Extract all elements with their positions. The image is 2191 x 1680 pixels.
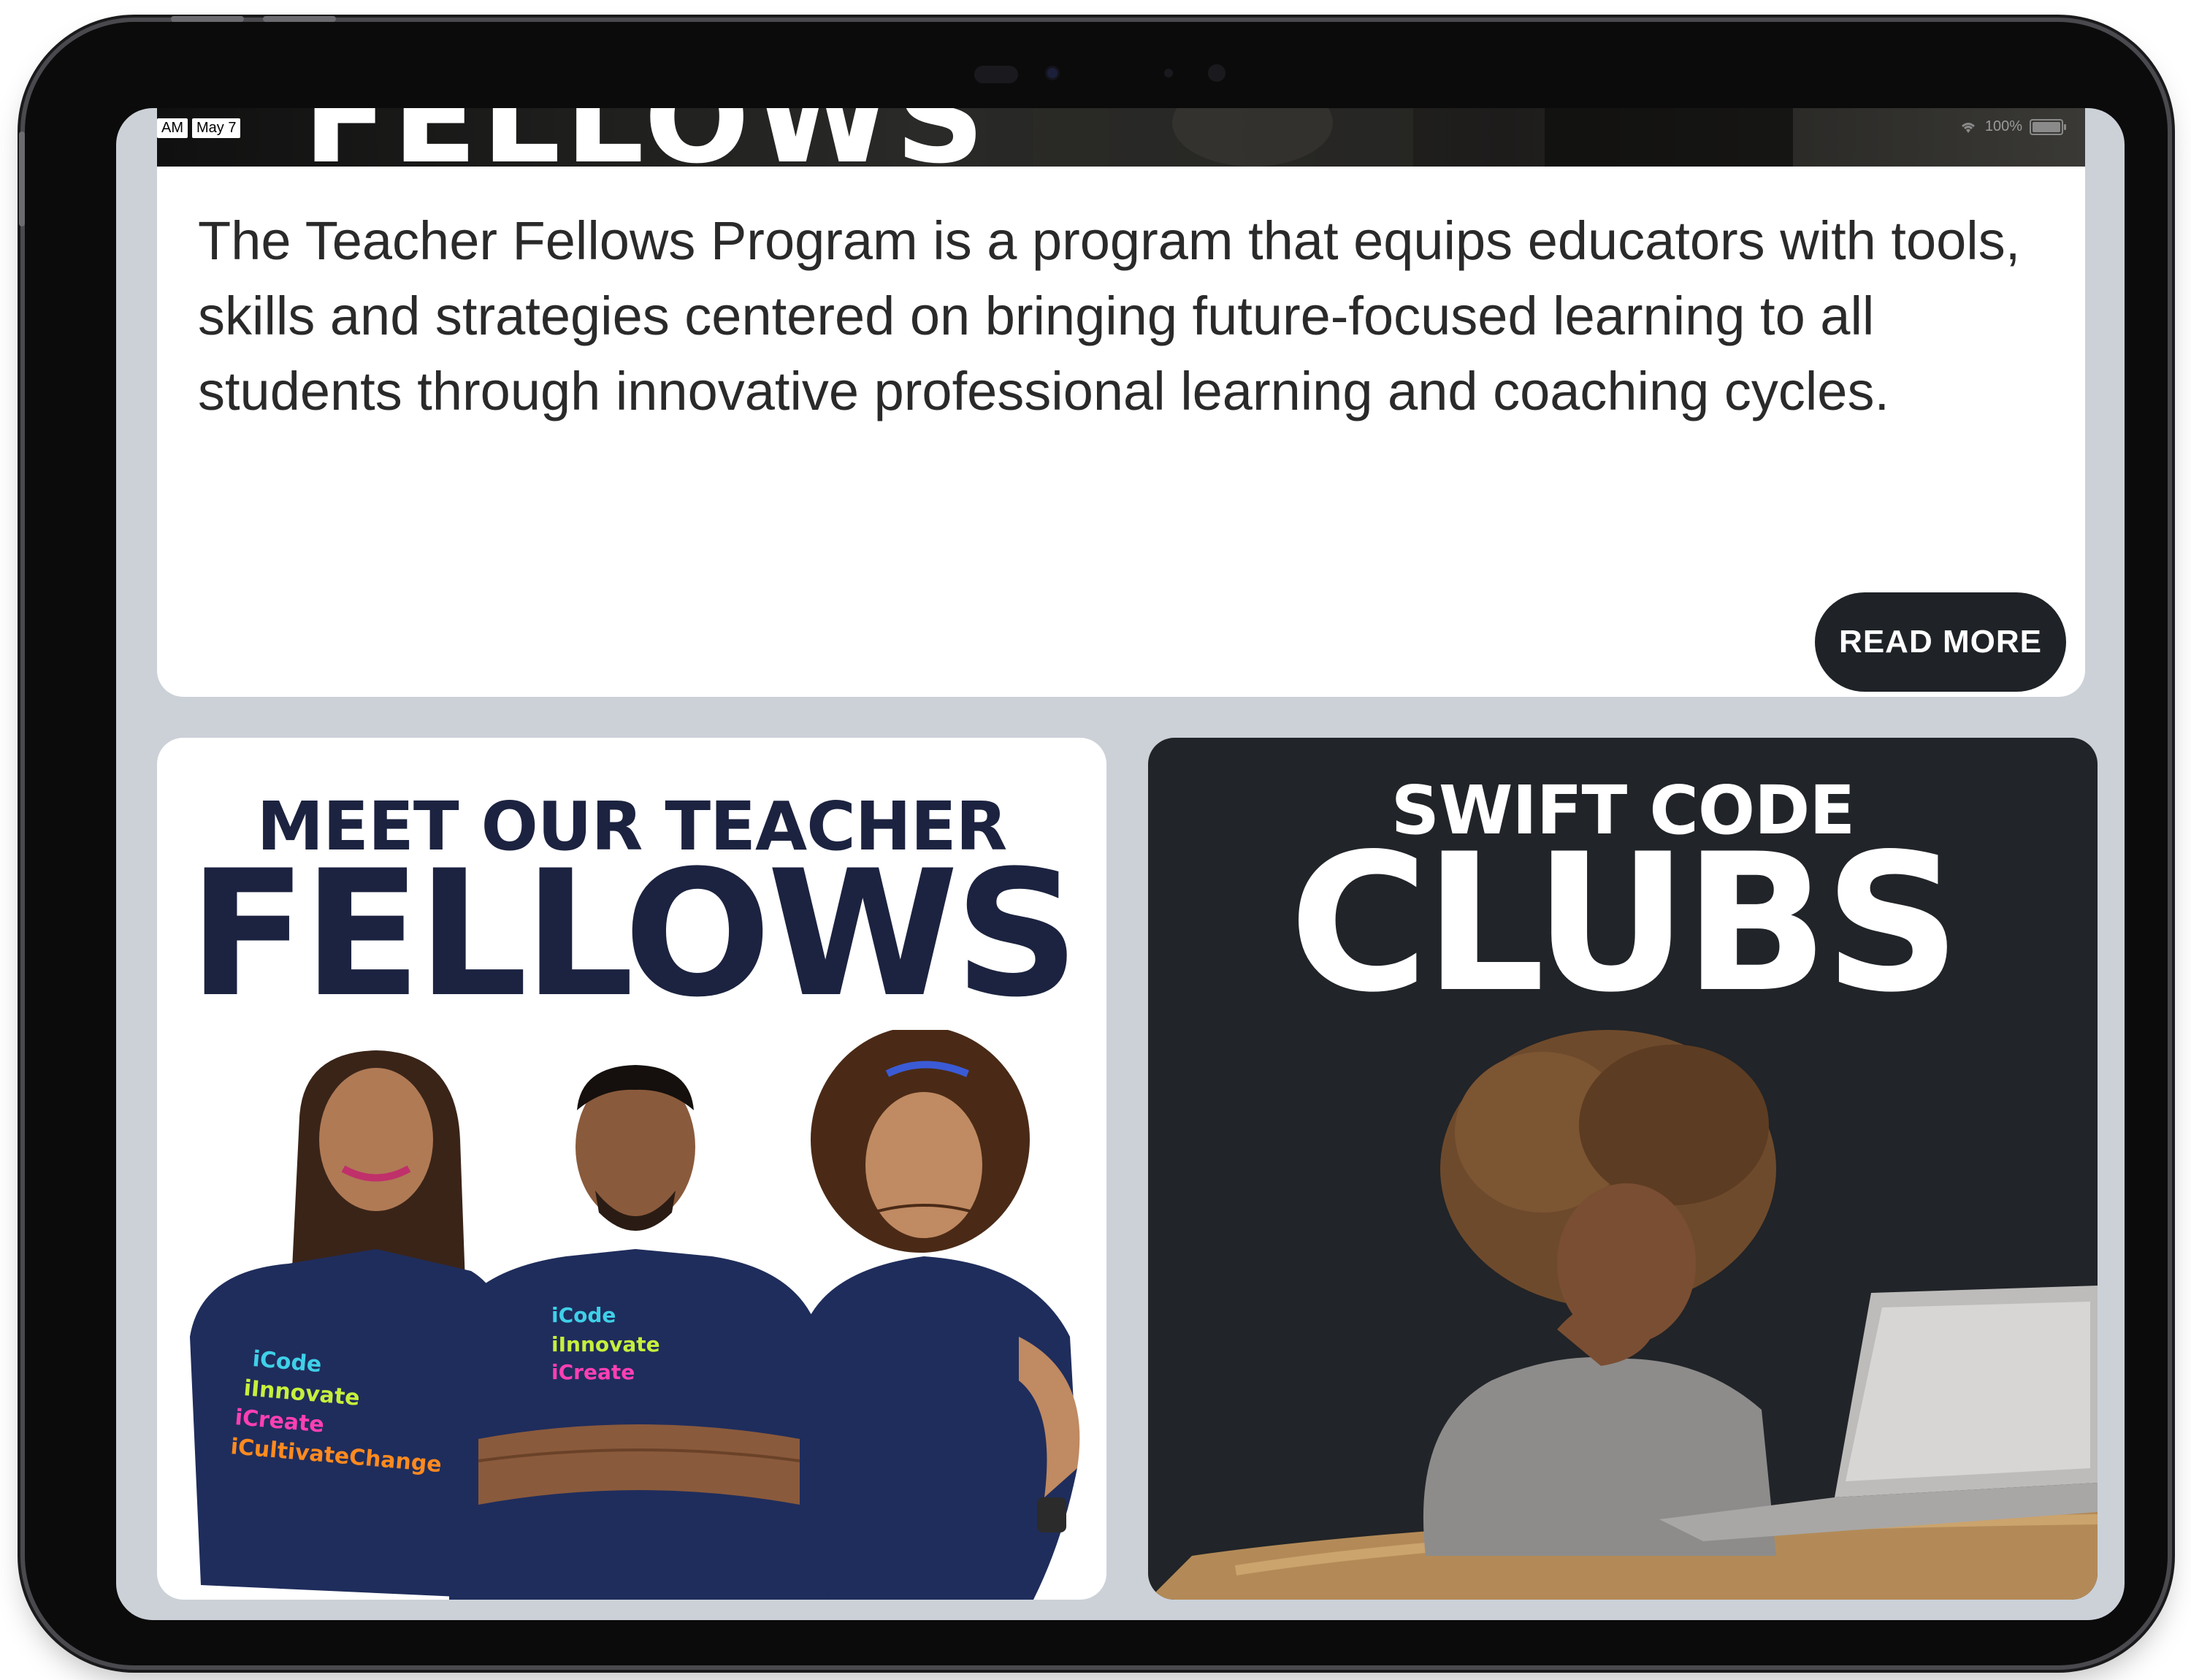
- sensor-icon: [1164, 69, 1173, 77]
- clubs-tile-title: CLUBS: [1289, 814, 1961, 1034]
- sensor-icon: [1208, 64, 1225, 82]
- wifi-icon: [1961, 122, 1975, 133]
- status-bar-left: AM May 7: [157, 117, 241, 139]
- student-with-laptop-photo: [1148, 1030, 2098, 1600]
- read-more-button[interactable]: READ MORE: [1815, 592, 2066, 692]
- status-bar-right: 100%: [1959, 118, 2066, 135]
- front-camera-icon: [1047, 68, 1058, 78]
- svg-text:iCreate: iCreate: [551, 1360, 635, 1384]
- teacher-fellows-photo: iCode iInnovate iCreate iCultivateChange…: [190, 1030, 1080, 1600]
- sensor-icon: [974, 66, 1018, 83]
- status-date: May 7: [192, 118, 241, 138]
- battery-percent: 100%: [1984, 118, 2022, 134]
- fellows-tile-title: FELLOWS: [188, 833, 1079, 1036]
- battery-icon: [2030, 118, 2066, 135]
- swift-code-clubs-tile[interactable]: SWIFT CODE CLUBS: [1148, 738, 2098, 1600]
- top-button: [171, 16, 244, 22]
- svg-text:iInnovate: iInnovate: [551, 1332, 660, 1356]
- svg-text:iCode: iCode: [551, 1303, 616, 1327]
- side-button: [19, 131, 25, 226]
- ipad-frame: FELLOWS AM May 7 100% The Teacher Fellow…: [19, 16, 2168, 1665]
- program-description: The Teacher Fellows Program is a program…: [198, 210, 2021, 421]
- volume-button: [263, 16, 336, 22]
- screen: FELLOWS AM May 7 100% The Teacher Fellow…: [116, 108, 2125, 1620]
- teacher-fellows-tile[interactable]: MEET OUR TEACHER FELLOWS iCode iInnovate…: [157, 738, 1106, 1600]
- status-time: AM: [157, 118, 188, 138]
- program-intro-card: The Teacher Fellows Program is a program…: [157, 167, 2085, 697]
